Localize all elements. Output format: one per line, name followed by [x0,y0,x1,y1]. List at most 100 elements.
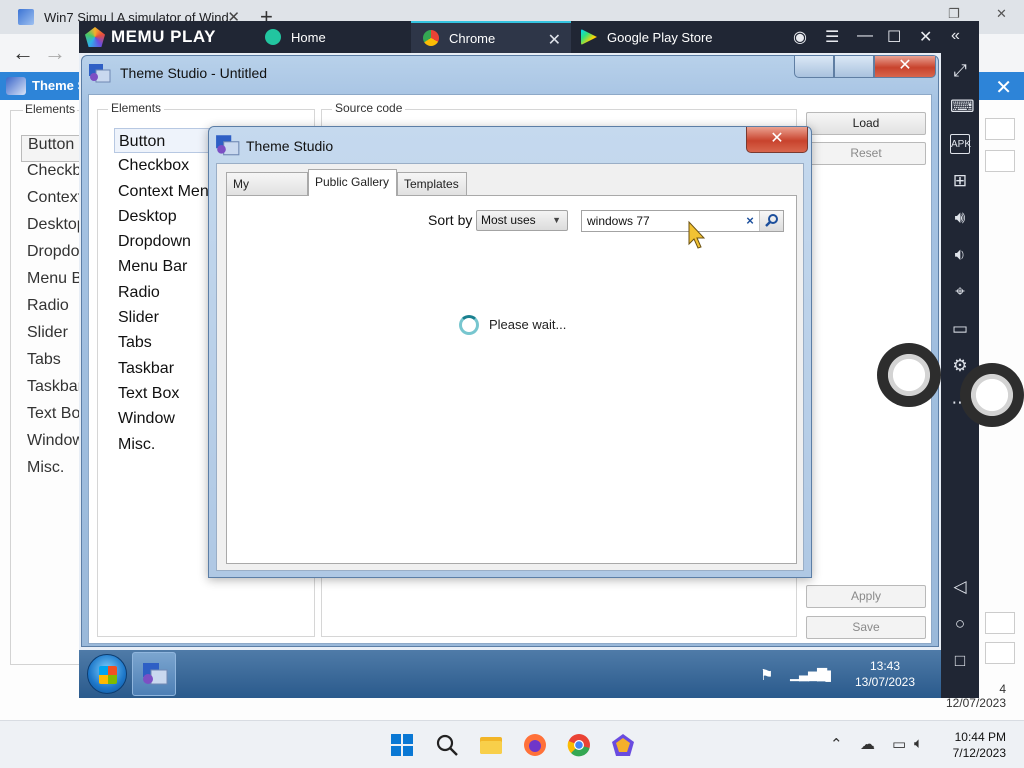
dialog-close-button[interactable]: ✕ [746,127,808,153]
floating-ball-icon[interactable] [877,343,941,407]
windows-taskbar: ⌃ ☁ ▭ 🔈︎ 10:44 PM 7/12/2023 [0,720,1024,768]
restore-icon[interactable]: ❐ [948,6,960,22]
win7-taskbar: ⚑ ▁▃▅▇ ▮ 13:43 13/07/2023 [79,650,941,698]
android-back-icon[interactable]: ◁ [950,577,970,597]
memu-logo-text: MEMU PLAY [111,27,216,46]
collapse-sidebar-icon[interactable]: « [951,27,960,45]
win7-clock-time: 13:43 [869,659,901,673]
clock-date: 7/12/2023 [952,746,1006,760]
floating-ball-icon[interactable] [960,363,1024,427]
speaker-icon[interactable]: 🔈︎ [914,735,923,752]
keyboard-icon[interactable]: ⌨ [950,97,975,117]
android-home-icon[interactable]: ○ [950,614,970,634]
windows-start-icon[interactable] [390,733,414,757]
theme-studio-icon [143,663,168,685]
theme-studio-dialog: Theme Studio ✕ My Creations Public Galle… [208,126,812,578]
chrome-icon [423,30,439,46]
close-tab-icon[interactable]: ✕ [548,30,561,50]
memu-logo: MEMU PLAY [85,27,216,47]
public-gallery-panel: Sort by Most uses ▼ × Please [226,195,797,564]
search-icon [765,214,778,227]
load-button[interactable]: Load [806,112,926,135]
multi-window-icon[interactable]: ⊞ [950,171,970,191]
host-elements-group: Elements Button Checkb Context Desktop D… [10,102,91,665]
folder-icon[interactable]: ▭ [950,319,970,339]
clock-time: 10:44 PM [954,730,1006,744]
window-title: Theme Studio - Untitled [120,65,268,81]
cloud-off-icon[interactable]: ☁ [860,735,875,753]
host-close-icon[interactable]: ✕ [995,75,1012,100]
win7-clock[interactable]: 13:43 13/07/2023 [845,658,925,690]
sort-value: Most uses [481,213,536,227]
chrome-icon[interactable] [567,733,591,757]
maximize-button[interactable] [834,56,874,78]
tab-templates[interactable]: Templates [397,172,467,195]
maximize-icon[interactable]: ☐ [887,27,901,47]
home-icon [265,29,281,45]
battery-icon[interactable]: ▮ [824,666,832,684]
host-right-field[interactable] [985,150,1015,172]
host-right-field[interactable] [985,612,1015,634]
host-elements-label: Elements [23,102,78,116]
search-icon[interactable] [435,733,459,757]
back-icon[interactable]: ← [12,40,34,66]
monitor-icon[interactable]: ▭ [892,735,906,753]
search-button[interactable] [759,211,783,231]
reset-button[interactable]: Reset [806,142,926,165]
clear-search-icon[interactable]: × [742,213,758,229]
apk-icon[interactable]: APK [950,134,971,154]
volume-down-icon[interactable]: 🔉︎ [950,245,970,265]
host-right-field[interactable] [985,118,1015,140]
volume-up-icon[interactable]: 🔊︎ [950,208,970,228]
loading-text: Please wait... [489,317,567,332]
system-clock[interactable]: 10:44 PM 7/12/2023 [940,729,1006,761]
source-code-label: Source code [332,101,406,115]
search-input[interactable] [582,211,742,231]
tab-my-creations[interactable]: My Creations [226,172,308,213]
save-button[interactable]: Save [806,616,926,639]
memu-tab-chrome[interactable]: Chrome ✕ [411,21,571,53]
chevron-down-icon: ▼ [552,215,561,225]
memu-tab-home[interactable]: Home [255,21,411,53]
taskbar-app-theme-studio[interactable] [132,652,176,696]
memu-gem-icon [85,27,105,47]
windows-logo-icon [99,666,117,684]
sort-dropdown[interactable]: Most uses ▼ [476,210,568,231]
start-button[interactable] [87,654,127,694]
close-icon[interactable]: ✕ [919,27,932,47]
fullscreen-icon[interactable]: ⤢ [950,61,970,81]
emulator-screen: Theme Studio - Untitled ✕ Elements Butto… [79,53,941,698]
memu-tab-play-store[interactable]: Google Play Store [571,21,721,53]
minimize-icon[interactable]: — [857,27,873,45]
menu-icon[interactable]: ☰ [825,27,839,47]
memu-tab-label: Google Play Store [607,29,713,45]
account-icon[interactable]: ◉ [793,27,807,47]
dialog-title: Theme Studio [246,138,334,154]
close-button[interactable]: ✕ [874,56,936,78]
flag-icon[interactable]: ⚑ [760,666,773,684]
loading-spinner-icon [459,315,479,335]
memu-icon[interactable] [611,733,635,757]
apply-button[interactable]: Apply [806,585,926,608]
sort-label: Sort by [428,212,473,228]
close-icon[interactable]: ✕ [996,6,1007,22]
android-recents-icon[interactable]: □ [950,651,970,671]
theme-studio-icon [89,64,111,83]
chevron-up-icon[interactable]: ⌃ [830,735,843,753]
firefox-icon[interactable] [523,733,547,757]
location-icon[interactable]: ⌖ [950,282,970,302]
minimize-button[interactable] [794,56,834,78]
host-right-field[interactable] [985,642,1015,664]
dialog-body: My Creations Public Gallery Templates So… [216,163,804,571]
network-icon[interactable]: ▁▃▅▇ [790,666,827,682]
host-clock-date: 12/07/2023 [945,696,1006,710]
elements-label: Elements [108,101,165,115]
win7simu-favicon-icon [18,9,34,25]
tab-public-gallery[interactable]: Public Gallery [308,169,397,196]
theme-studio-icon [6,77,26,95]
file-explorer-icon[interactable] [479,733,503,757]
theme-studio-icon [216,135,240,156]
forward-icon[interactable]: → [44,40,66,66]
memu-title-bar: MEMU PLAY Home Chrome ✕ Google Play Stor… [79,21,979,53]
win7-clock-date: 13/07/2023 [854,675,916,689]
